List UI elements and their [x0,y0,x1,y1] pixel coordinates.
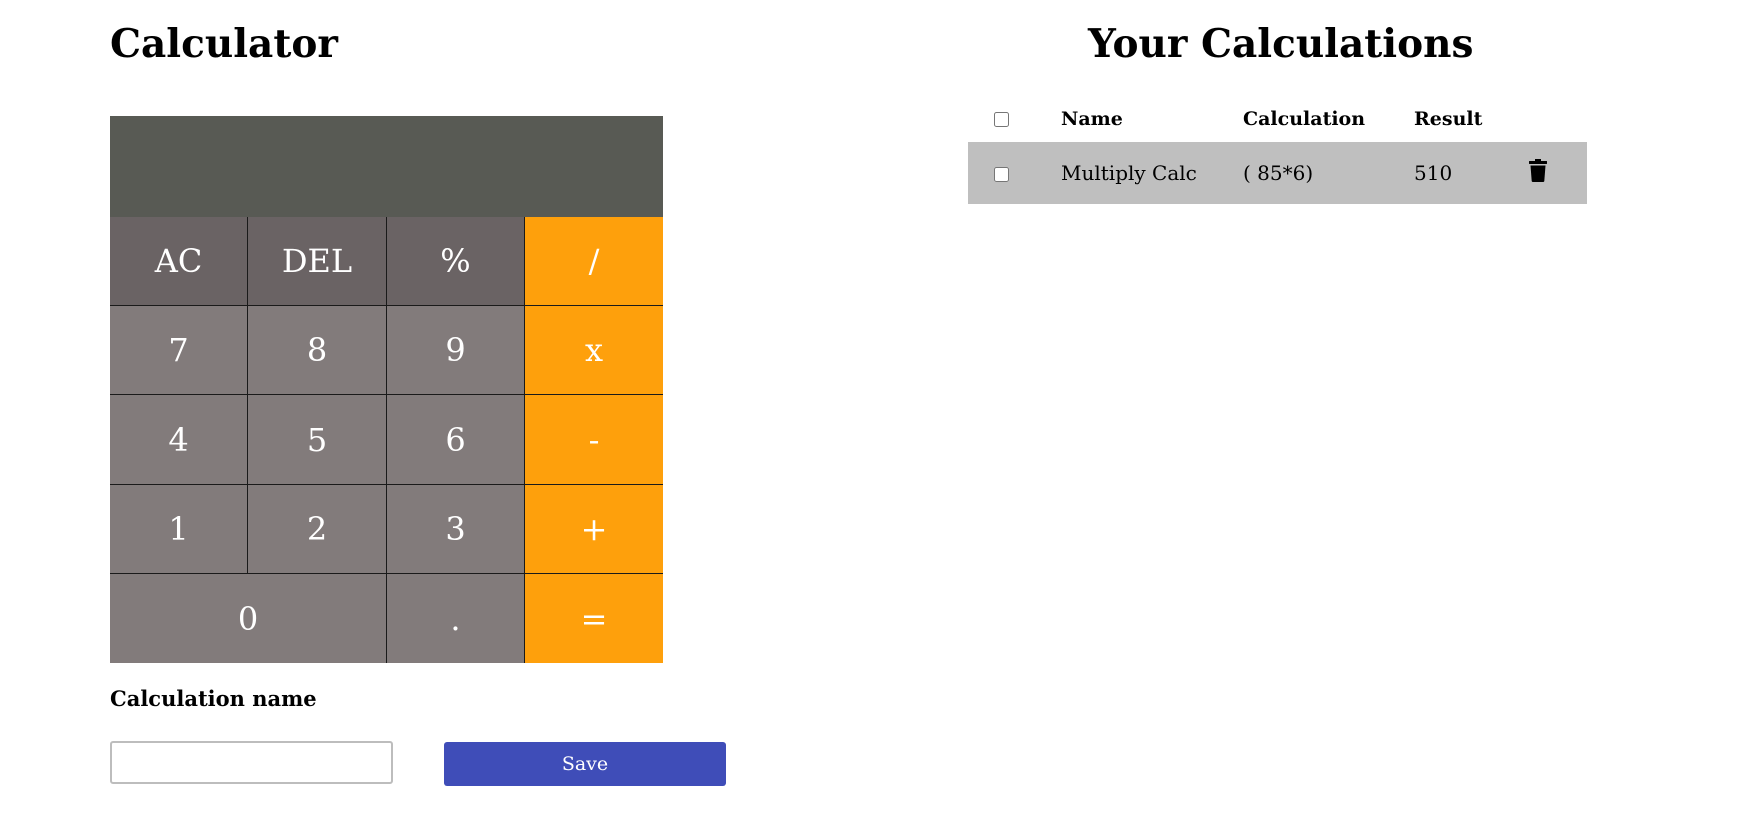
digit-2-button[interactable]: 2 [248,485,387,574]
equals-button[interactable]: = [525,574,663,663]
row-action-cell [1529,142,1587,204]
column-header-name: Name [1061,107,1123,130]
digit-0-button[interactable]: 0 [110,574,387,663]
trash-icon [1529,159,1547,182]
digit-6-button[interactable]: 6 [387,395,525,485]
row-name: Multiply Calc [1061,161,1197,185]
row-checkbox-cell [968,142,1061,204]
clear-all-button[interactable]: AC [110,217,248,306]
table-row: Multiply Calc ( 85*6) 510 [968,142,1587,204]
delete-button[interactable]: DEL [248,217,387,306]
plus-button[interactable]: + [525,485,663,574]
table-header-row: Name Calculation Result [968,95,1587,142]
minus-button[interactable]: - [525,395,663,485]
calculation-name-label: Calculation name [110,686,317,711]
calculations-table: Name Calculation Result Multiply Calc ( … [968,95,1587,204]
divide-button[interactable]: / [525,217,663,306]
multiply-button[interactable]: x [525,306,663,395]
save-button[interactable]: Save [444,742,726,786]
digit-9-button[interactable]: 9 [387,306,525,395]
header-checkbox-cell [968,95,1061,142]
calculator: AC DEL % / 7 8 9 x 4 5 6 - 1 2 3 + 0 . = [110,116,663,663]
digit-4-button[interactable]: 4 [110,395,248,485]
calculator-display [110,116,663,217]
row-result: 510 [1414,161,1453,185]
calculations-title: Your Calculations [1088,21,1474,67]
calculator-title: Calculator [110,21,338,67]
digit-3-button[interactable]: 3 [387,485,525,574]
calculation-name-input[interactable] [110,741,393,784]
column-header-calculation: Calculation [1243,107,1366,130]
digit-7-button[interactable]: 7 [110,306,248,395]
digit-1-button[interactable]: 1 [110,485,248,574]
row-select-checkbox[interactable] [994,167,1009,182]
digit-8-button[interactable]: 8 [248,306,387,395]
column-header-result: Result [1414,107,1483,130]
column-header-action [1529,95,1587,142]
digit-5-button[interactable]: 5 [248,395,387,485]
percent-button[interactable]: % [387,217,525,306]
decimal-button[interactable]: . [387,574,525,663]
select-all-checkbox[interactable] [994,112,1009,127]
delete-calculation-button[interactable] [1529,159,1547,182]
row-calculation: ( 85*6) [1243,161,1314,185]
